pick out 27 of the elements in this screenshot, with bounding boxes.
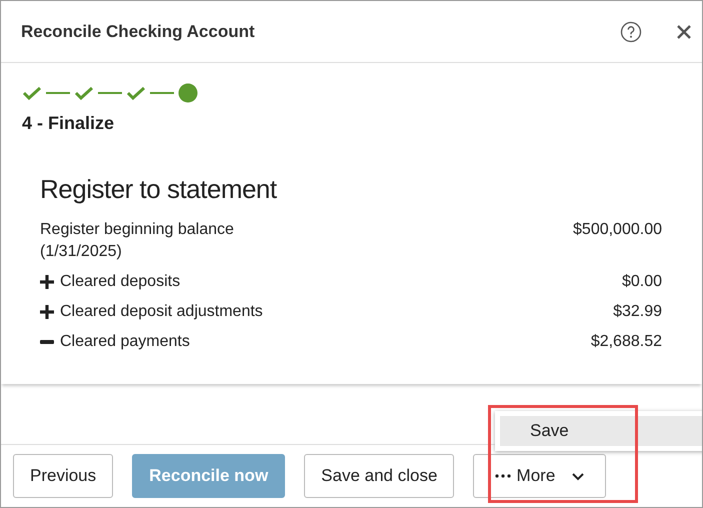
row-label: Register beginning balance [40, 220, 234, 240]
plus-icon [40, 275, 54, 289]
plus-icon [40, 305, 54, 319]
row-label: Cleared deposit adjustments [60, 302, 263, 322]
check-icon [74, 85, 94, 101]
current-step-dot [178, 83, 198, 103]
row-label: Cleared deposits [60, 272, 180, 292]
minus-icon [40, 340, 54, 344]
check-icon [126, 85, 146, 101]
section-heading: Register to statement [40, 174, 278, 205]
footer-button[interactable]: Previous [13, 454, 114, 498]
row-amount: $500,000.00 [573, 220, 662, 240]
check-icon [22, 85, 42, 101]
help-icon[interactable] [620, 20, 642, 42]
row-amount: $2,688.52 [590, 332, 662, 352]
more-icon [494, 474, 511, 478]
menu-item[interactable]: Save [500, 416, 702, 446]
row-note: (1/31/2025) [40, 242, 123, 262]
footer-button[interactable]: Save and close [304, 454, 454, 498]
row-amount: $0.00 [622, 272, 662, 292]
row-label: Cleared payments [60, 332, 190, 352]
step-label: 4 - Finalize [22, 113, 116, 134]
close-icon[interactable] [676, 24, 692, 40]
caret-icon [571, 472, 586, 480]
more-button[interactable]: More [473, 454, 606, 498]
row-amount: $32.99 [613, 302, 662, 322]
window-title: Reconcile Checking Account [21, 22, 256, 42]
